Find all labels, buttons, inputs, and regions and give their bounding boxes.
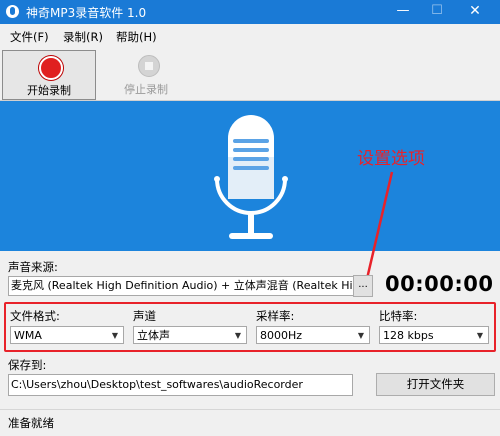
channel-select[interactable]: 立体声 ▼ xyxy=(133,326,247,344)
save-label: 保存到: xyxy=(8,358,47,372)
status-bar: 准备就绪 xyxy=(0,409,500,436)
toolbar: 开始录制 停止录制 xyxy=(0,48,500,101)
app-logo-icon xyxy=(6,5,19,18)
menu-record[interactable]: 录制(R) xyxy=(63,29,103,45)
dropdown-arrow-icon: ▼ xyxy=(111,331,118,340)
menu-help[interactable]: 帮助(H) xyxy=(116,29,157,45)
stop-record-button[interactable]: 停止录制 xyxy=(100,50,192,98)
source-field[interactable]: 麦克风 (Realtek High Definition Audio) + 立体… xyxy=(8,276,363,296)
start-record-button[interactable]: 开始录制 xyxy=(2,50,96,100)
record-icon xyxy=(39,56,63,80)
bitrate-label: 比特率: xyxy=(379,309,418,323)
format-select[interactable]: WMA ▼ xyxy=(10,326,124,344)
save-path-field[interactable]: C:\Users\zhou\Desktop\test_softwares\aud… xyxy=(8,374,353,396)
bitrate-value: 128 kbps xyxy=(383,329,434,342)
dropdown-arrow-icon: ▼ xyxy=(476,331,483,340)
window-title: 神奇MP3录音软件 1.0 xyxy=(26,6,147,20)
source-label: 声音来源: xyxy=(8,260,58,274)
stop-record-label: 停止录制 xyxy=(124,83,168,96)
minimize-button[interactable]: — xyxy=(386,0,420,24)
menu-file[interactable]: 文件(F) xyxy=(10,29,49,45)
menu-bar: 文件(F) 录制(R) 帮助(H) xyxy=(0,24,500,48)
stop-icon xyxy=(138,55,160,77)
app-window: 神奇MP3录音软件 1.0 — ☐ ✕ 文件(F) 录制(R) 帮助(H) 开始… xyxy=(0,0,500,436)
mic-panel: 设置选项 xyxy=(0,101,500,251)
bitrate-select[interactable]: 128 kbps ▼ xyxy=(379,326,489,344)
start-record-label: 开始录制 xyxy=(27,84,71,97)
format-value: WMA xyxy=(14,329,42,342)
record-timer: 00:00:00 xyxy=(385,272,494,296)
samplerate-select[interactable]: 8000Hz ▼ xyxy=(256,326,370,344)
settings-callout: 设置选项 xyxy=(357,149,425,169)
samplerate-label: 采样率: xyxy=(256,309,295,323)
open-folder-button[interactable]: 打开文件夹 xyxy=(376,373,495,396)
status-text: 准备就绪 xyxy=(8,416,54,430)
dropdown-arrow-icon: ▼ xyxy=(357,331,364,340)
dropdown-arrow-icon: ▼ xyxy=(234,331,241,340)
maximize-button[interactable]: ☐ xyxy=(420,0,454,24)
format-label: 文件格式: xyxy=(10,309,60,323)
channel-value: 立体声 xyxy=(137,329,170,342)
channel-label: 声道 xyxy=(133,309,156,323)
title-bar: 神奇MP3录音软件 1.0 — ☐ ✕ xyxy=(0,0,500,24)
microphone-icon xyxy=(214,115,288,239)
samplerate-value: 8000Hz xyxy=(260,329,303,342)
source-browse-button[interactable]: ... xyxy=(353,275,373,297)
close-button[interactable]: ✕ xyxy=(458,0,492,24)
